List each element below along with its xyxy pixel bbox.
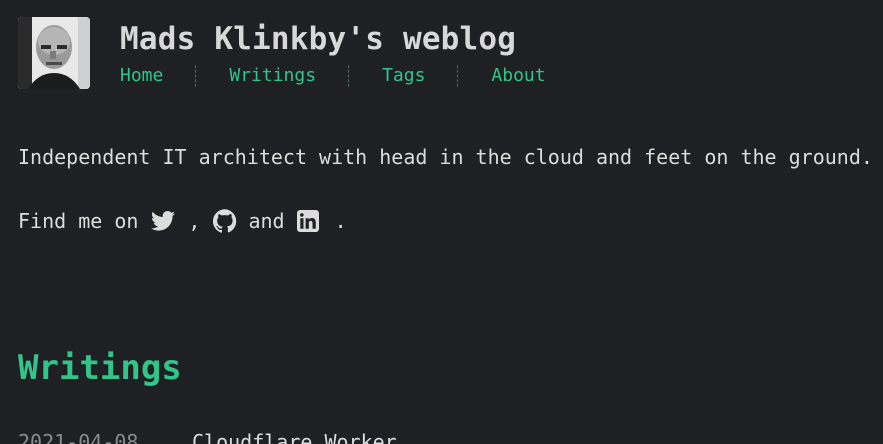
nav-item-home[interactable]: Home [120,64,163,88]
nav-item-writings[interactable]: Writings [229,64,316,88]
site-title[interactable]: Mads Klinkby's weblog [120,18,546,60]
linkedin-icon[interactable] [295,208,321,234]
post-title-link[interactable]: Cloudflare Worker [192,428,397,444]
site-header: Mads Klinkby's weblog Home Writings Tags… [18,17,546,89]
github-icon[interactable] [212,208,238,234]
find-me-line: Find me on , and . [18,207,347,235]
nav-separator [348,65,350,87]
page: Mads Klinkby's weblog Home Writings Tags… [0,0,883,444]
main-nav: Home Writings Tags About [120,64,546,88]
and-text: and [248,209,285,233]
list-item: 2021-04-08 Cloudflare Worker [18,428,397,444]
twitter-icon[interactable] [150,208,176,234]
nav-item-about[interactable]: About [491,64,545,88]
profile-photo-icon [18,17,90,89]
period: . [334,209,347,233]
nav-item-tags[interactable]: Tags [382,64,425,88]
intro-tagline: Independent IT architect with head in th… [18,145,873,169]
find-me-prefix: Find me on [18,209,139,233]
post-date: 2021-04-08 [18,430,139,444]
writings-heading: Writings [18,348,182,388]
header-text: Mads Klinkby's weblog Home Writings Tags… [120,18,546,88]
nav-separator [457,65,459,87]
nav-separator [195,65,197,87]
avatar[interactable] [18,17,90,89]
comma: , [188,209,201,233]
